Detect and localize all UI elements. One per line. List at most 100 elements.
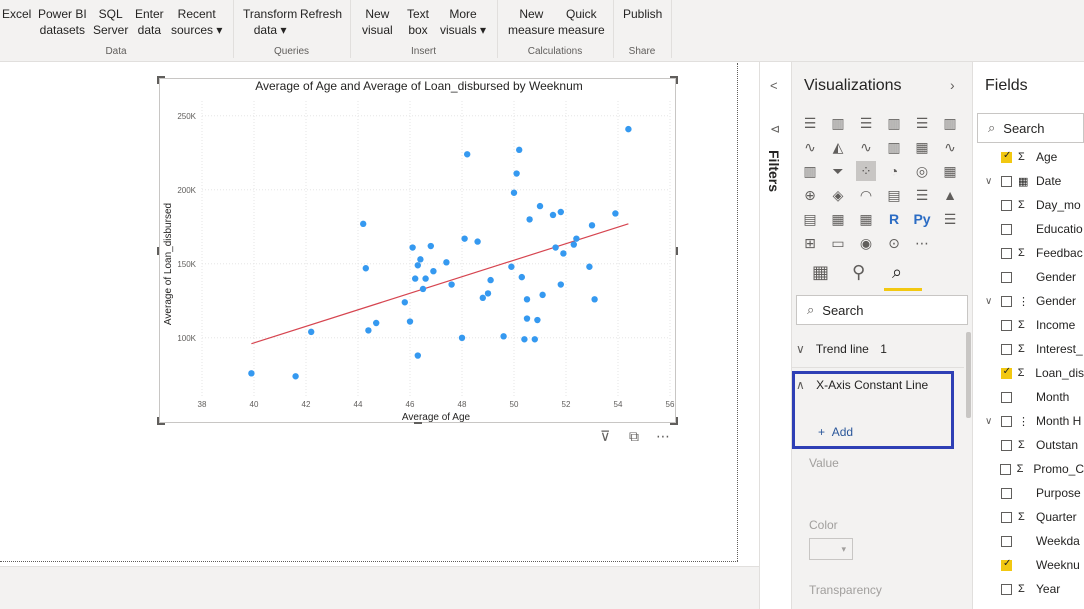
power-bi-datasets-button[interactable]: Power BI datasets [38,6,87,38]
field-item[interactable]: Weeknu [985,556,1084,574]
publish-button[interactable]: Publish [623,6,662,22]
new-visual-button[interactable]: New visual [362,6,393,38]
field-checkbox[interactable] [1001,223,1012,235]
viz-search-input[interactable]: ⌕ Search [796,295,968,325]
quick-measure-button[interactable]: Quick measure [558,6,605,38]
transform-data-button[interactable]: Transform data ▾ [243,6,297,38]
key-influencers-icon[interactable]: ☰ [940,209,960,229]
resize-handle-left[interactable] [157,247,159,255]
field-checkbox[interactable] [1001,535,1012,547]
field-item[interactable]: Gender [985,268,1084,286]
stacked-area-icon[interactable]: ∿ [856,137,876,157]
ribbon-chart-icon[interactable]: ∿ [940,137,960,157]
field-item[interactable]: Σ Year [985,580,1084,598]
resize-handle-br[interactable] [670,417,678,425]
trend-line-section[interactable]: ∨ Trend line 1 [796,342,887,356]
table-icon[interactable]: ▦ [828,209,848,229]
field-item[interactable]: Month [985,388,1084,406]
filters-pane-collapsed[interactable] [759,62,792,609]
field-checkbox[interactable] [1001,343,1012,355]
focus-mode-icon[interactable]: ⧉ [629,428,639,445]
clustered-column-icon[interactable]: ▥ [884,113,904,133]
resize-handle-right[interactable] [676,247,678,255]
field-item[interactable]: Σ Age [985,148,1084,166]
field-checkbox[interactable] [1001,175,1012,187]
field-checkbox[interactable] [1001,439,1012,451]
stacked-bar-icon[interactable]: ☰ [800,113,820,133]
field-checkbox[interactable] [1001,391,1012,403]
field-item[interactable]: Σ Income [985,316,1084,334]
sql-server-button[interactable]: SQL Server [93,6,128,38]
field-checkbox[interactable] [1001,511,1012,523]
python-visual-icon[interactable]: Py [912,209,932,229]
resize-handle-bl[interactable] [157,417,165,425]
resize-handle-tr[interactable] [670,76,678,84]
field-item[interactable]: Σ Interest_ [985,340,1084,358]
qa-icon[interactable]: ▭ [828,233,848,253]
field-item[interactable]: Educatio [985,220,1084,238]
line-stacked-column-icon[interactable]: ▦ [912,137,932,157]
field-item[interactable]: Σ Promo_C [985,460,1084,478]
filter-visual-icon[interactable]: ⊽ [600,428,610,445]
paginated-report-icon[interactable]: ⊙ [884,233,904,253]
field-checkbox[interactable] [1001,487,1012,499]
chevron-right-icon[interactable]: › [950,77,955,93]
field-checkbox[interactable] [1001,150,1012,163]
waterfall-icon[interactable]: ▥ [800,161,820,181]
field-checkbox[interactable] [1001,319,1012,331]
100-stacked-column-icon[interactable]: ▥ [940,113,960,133]
field-item[interactable]: Σ Day_mo [985,196,1084,214]
donut-chart-icon[interactable]: ◎ [912,161,932,181]
expand-chevron-icon[interactable]: ∨ [985,416,1001,427]
kpi-icon[interactable]: ▲ [940,185,960,205]
more-visuals-icon[interactable]: ⋯ [912,233,932,253]
field-item[interactable]: ∨ ⋮ Gender [985,292,1084,310]
excel-button[interactable]: Excel [2,6,31,22]
format-paintbrush-icon[interactable]: ⚲ [852,262,865,283]
field-item[interactable]: ∨ ▦ Date [985,172,1084,190]
fields-search-input[interactable]: ⌕ Search [977,113,1084,143]
expand-chevron-icon[interactable]: ∨ [985,176,1001,187]
field-checkbox[interactable] [1001,558,1012,571]
decomposition-tree-icon[interactable]: ⊞ [800,233,820,253]
resize-handle-tl[interactable] [157,76,165,84]
text-box-button[interactable]: Text box [407,6,429,38]
field-item[interactable]: Σ Loan_dis [985,364,1084,382]
100-stacked-bar-icon[interactable]: ☰ [912,113,932,133]
r-visual-icon[interactable]: R [884,209,904,229]
funnel-icon[interactable]: ⏷ [828,161,848,181]
smart-narrative-icon[interactable]: ◉ [856,233,876,253]
field-item[interactable]: Σ Feedbac [985,244,1084,262]
gauge-icon[interactable]: ◠ [856,185,876,205]
field-item[interactable]: ∨ ⋮ Month H [985,412,1084,430]
stacked-column-icon[interactable]: ▥ [828,113,848,133]
field-checkbox[interactable] [1001,583,1012,595]
more-options-icon[interactable]: ⋯ [656,428,670,445]
scatter-chart-icon[interactable]: ⁘ [856,161,876,181]
color-picker-dropdown[interactable]: ▾ [809,538,853,560]
pie-chart-icon[interactable]: ◔ [884,161,904,181]
clustered-bar-icon[interactable]: ☰ [856,113,876,133]
field-checkbox[interactable] [1000,366,1012,379]
multi-row-card-icon[interactable]: ☰ [912,185,932,205]
analytics-magnifier-icon[interactable]: ⌕ [892,262,902,283]
area-chart-icon[interactable]: ◭ [828,137,848,157]
recent-sources-button[interactable]: Recent sources ▾ [171,6,222,38]
filled-map-icon[interactable]: ◈ [828,185,848,205]
more-visuals-button[interactable]: More visuals ▾ [440,6,486,38]
field-checkbox[interactable] [1001,271,1012,283]
filters-label[interactable]: Filters [766,150,782,192]
field-item[interactable]: Purpose [985,484,1084,502]
field-item[interactable]: Σ Outstan [985,436,1084,454]
expand-chevron-icon[interactable]: ∨ [985,296,1001,307]
treemap-icon[interactable]: ▦ [940,161,960,181]
field-item[interactable]: Σ Quarter [985,508,1084,526]
field-checkbox[interactable] [1001,247,1012,259]
field-checkbox[interactable] [1001,415,1012,427]
fields-tab-icon[interactable]: ▦ [812,262,829,283]
viz-pane-scrollbar[interactable] [966,332,971,418]
card-icon[interactable]: ▤ [884,185,904,205]
field-checkbox[interactable] [1001,295,1012,307]
new-measure-button[interactable]: New measure [508,6,555,38]
scatter-chart-visual[interactable]: Average of Age and Average of Loan_disbu… [159,78,676,423]
